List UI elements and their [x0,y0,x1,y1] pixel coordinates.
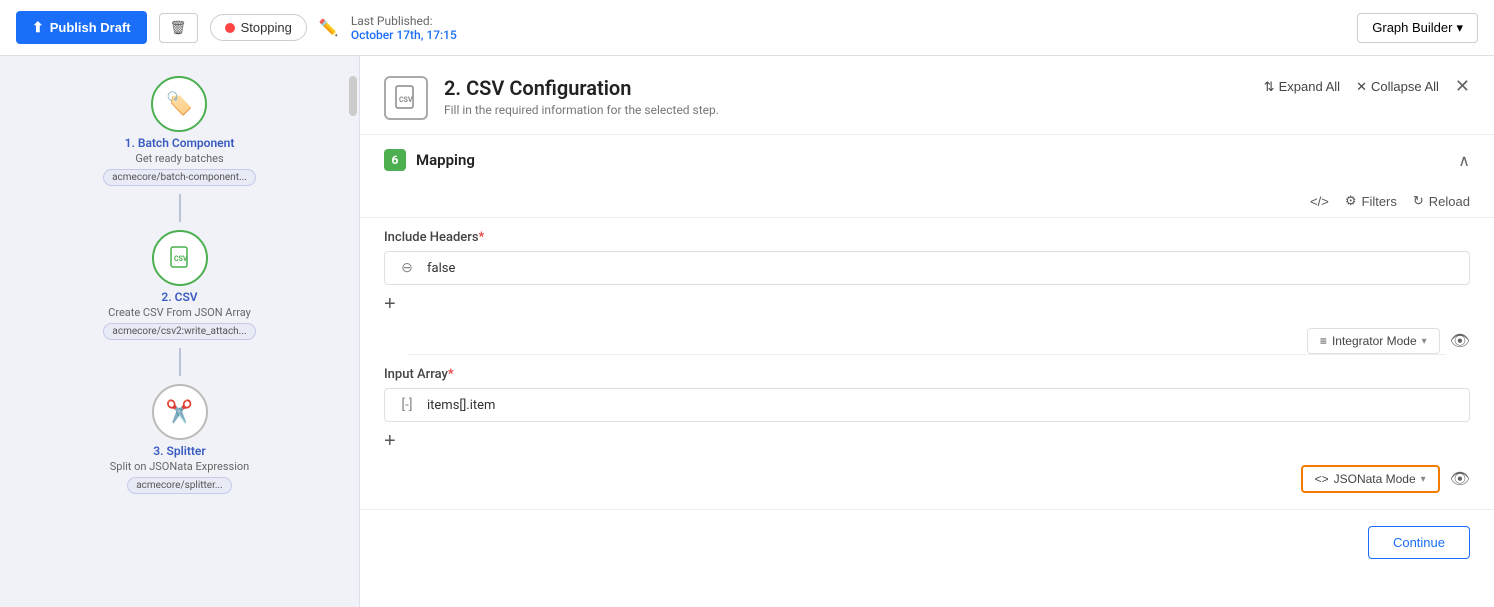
edit-button[interactable]: ✏️ [319,18,339,38]
csv-node-icon[interactable]: CSV [152,230,208,286]
mapping-section-header[interactable]: 6 Mapping ∧ [360,135,1494,185]
section-body: Include Headers* ⊖ false + ≡ Integrator … [360,230,1494,509]
add-include-headers-button[interactable]: + [384,289,396,320]
add-input-array-button[interactable]: + [384,426,396,457]
sidebar-item-batch[interactable]: 🏷️ 1. Batch Component Get ready batches … [103,68,256,194]
svg-text:CSV: CSV [399,96,413,104]
reload-icon: ↻ [1413,193,1424,209]
topbar: ⬆ Publish Draft 🗑 Stopping ✏️ Last Publi… [0,0,1494,56]
filters-button[interactable]: ⚙ Filters [1345,193,1397,209]
node-connector-2 [179,348,181,376]
include-headers-label: Include Headers* [384,230,1470,245]
integrator-mode-button[interactable]: ≡ Integrator Mode ▾ [1307,328,1440,354]
eye-icon: 👁 [1450,471,1470,488]
config-subtitle: Fill in the required information for the… [444,103,1248,117]
input-array-value: items[].item [427,398,495,413]
include-headers-value: false [427,261,455,276]
divider [408,354,1446,355]
collapse-icon: ✕ [1356,79,1367,95]
mapping-section: 6 Mapping ∧ </> ⚙ Filters ↻ Reload [360,135,1494,510]
sidebar-item-csv[interactable]: CSV 2. CSV Create CSV From JSON Array ac… [103,222,255,348]
config-header: CSV 2. CSV Configuration Fill in the req… [360,56,1494,135]
include-headers-required: * [479,230,485,245]
content-panel: CSV 2. CSV Configuration Fill in the req… [360,56,1494,607]
chevron-down-icon: ▾ [1421,474,1426,485]
toggle-icon: ⊖ [397,260,417,276]
section-collapse-icon: ∧ [1458,151,1470,170]
collapse-all-button[interactable]: ✕ Collapse All [1356,79,1439,95]
reload-button[interactable]: ↻ Reload [1413,193,1470,209]
continue-row: Continue [360,510,1494,575]
expand-all-button[interactable]: ⇅ Expand All [1264,79,1340,95]
code-icon: </> [1310,194,1329,209]
array-icon: [-] [397,397,417,413]
sidebar: 🏷️ 1. Batch Component Get ready batches … [0,56,360,607]
sidebar-item-splitter[interactable]: ✂️ 3. Splitter Split on JSONata Expressi… [110,376,250,502]
section-badge: 6 [384,149,406,171]
splitter-node-icon[interactable]: ✂️ [152,384,208,440]
config-title: 2. CSV Configuration [444,76,1248,100]
continue-button[interactable]: Continue [1368,526,1470,559]
preview-button-array[interactable]: 👁 [1450,469,1470,489]
csv-config-icon: CSV [384,76,428,120]
publish-draft-button[interactable]: ⬆ Publish Draft [16,11,147,44]
input-array-required: * [448,367,454,382]
preview-button-headers[interactable]: 👁 [1450,331,1470,351]
code-brackets-icon: <> [1315,472,1329,486]
upload-icon: ⬆ [32,19,44,36]
chevron-down-icon: ▾ [1456,20,1463,36]
config-actions: ⇅ Expand All ✕ Collapse All ✕ [1264,76,1470,97]
last-published-info: Last Published: October 17th, 17:15 [351,14,457,42]
chevron-down-icon: ▾ [1422,336,1427,347]
stopping-button[interactable]: Stopping [210,14,307,41]
node-connector-1 [179,194,181,222]
code-view-button[interactable]: </> [1310,194,1329,209]
input-array-field-row: [-] items[].item [384,388,1470,422]
input-array-mode-row: <> JSONata Mode ▾ 👁 [384,465,1470,493]
input-array-label: Input Array* [384,367,1470,382]
section-toolbar: </> ⚙ Filters ↻ Reload [360,185,1494,218]
main-layout: 🏷️ 1. Batch Component Get ready batches … [0,56,1494,607]
section-title: Mapping [416,151,1448,169]
filter-icon: ⚙ [1345,193,1357,209]
delete-button[interactable]: 🗑 [159,13,198,43]
close-button[interactable]: ✕ [1455,76,1470,97]
graph-builder-button[interactable]: Graph Builder ▾ [1357,13,1478,43]
trash-icon: 🗑 [170,20,187,35]
eye-icon: 👁 [1450,333,1470,350]
stopping-indicator [225,23,235,33]
svg-text:CSV: CSV [174,255,188,263]
expand-icon: ⇅ [1264,79,1275,95]
batch-node-icon[interactable]: 🏷️ [151,76,207,132]
jsonata-mode-button[interactable]: <> JSONata Mode ▾ [1301,465,1440,493]
scrollbar[interactable] [349,76,357,116]
include-headers-field-row: ⊖ false [384,251,1470,285]
config-title-block: 2. CSV Configuration Fill in the require… [444,76,1248,117]
include-headers-mode-row: ≡ Integrator Mode ▾ 👁 [384,328,1470,354]
topbar-right: Graph Builder ▾ [1357,13,1478,43]
menu-icon: ≡ [1320,334,1327,348]
